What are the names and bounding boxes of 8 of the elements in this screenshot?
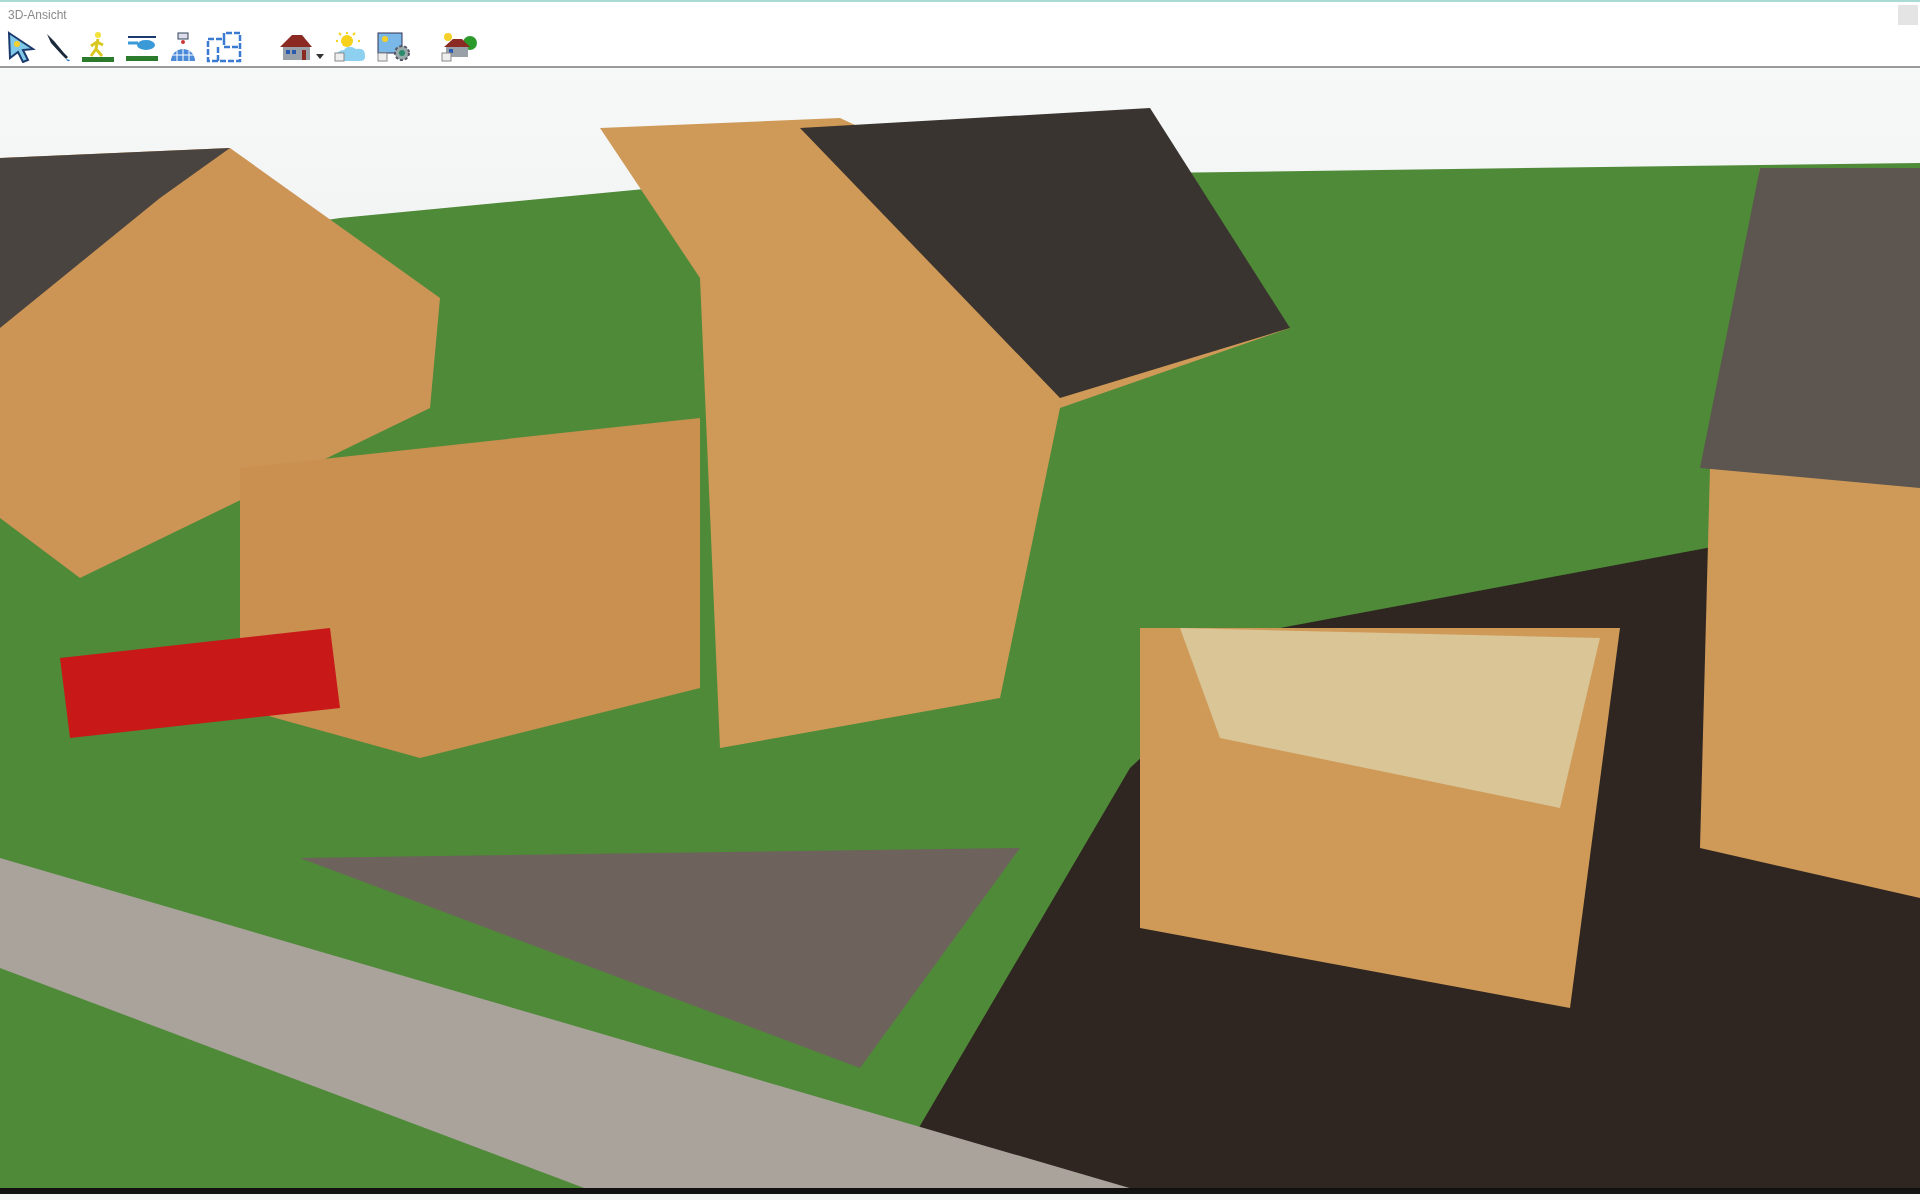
caret-icon[interactable] bbox=[316, 54, 324, 60]
walking-person-icon[interactable] bbox=[80, 31, 116, 63]
globe-icon[interactable] bbox=[168, 31, 198, 63]
picture-gear-icon[interactable] bbox=[376, 31, 412, 63]
house-tree-icon[interactable] bbox=[440, 31, 478, 63]
floor-plan-icon[interactable] bbox=[206, 31, 242, 63]
window-title: 3D-Ansicht bbox=[8, 7, 67, 24]
pointer-arrow-icon[interactable] bbox=[6, 31, 36, 63]
